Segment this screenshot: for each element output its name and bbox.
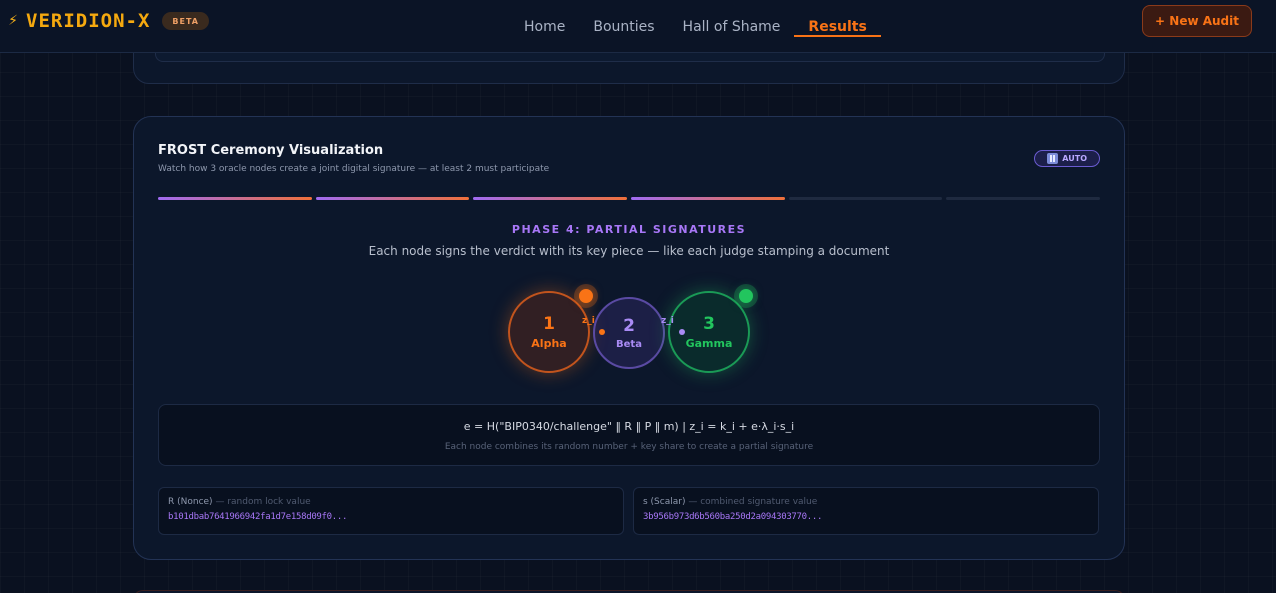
nonce-value: b101dbab7641966942fa1d7e158d09f0... <box>168 512 348 522</box>
formula: e = H("BIP0340/challenge" ‖ R ‖ P ‖ m) |… <box>463 420 795 433</box>
card-subtitle: Watch how 3 oracle nodes create a joint … <box>158 164 550 174</box>
node-number: 1 <box>543 314 555 334</box>
frost-ceremony-card: FROST Ceremony Visualization Watch how 3… <box>133 116 1125 560</box>
auto-play-toggle[interactable]: AUTO <box>1034 150 1100 167</box>
scalar-value: 3b956b973d6b560ba250d2a094303770... <box>643 512 823 522</box>
formula-panel: e = H("BIP0340/challenge" ‖ R ‖ P ‖ m) |… <box>158 404 1100 466</box>
nonce-hint: — random lock value <box>215 497 311 507</box>
partial-signature-label: z_i <box>582 316 595 326</box>
phase-segment <box>473 197 628 200</box>
brand-name: VERIDION-X <box>26 10 151 32</box>
top-navigation-bar: ⚡ VERIDION-X BETA Home Bounties Hall of … <box>0 0 1276 53</box>
node-number: 3 <box>703 314 715 334</box>
nav-bounties[interactable]: Bounties <box>579 0 668 53</box>
node-name: Alpha <box>531 337 567 350</box>
main-nav: Home Bounties Hall of Shame Results <box>510 0 882 53</box>
nav-results[interactable]: Results <box>794 0 882 53</box>
signed-indicator-icon <box>739 289 753 303</box>
node-name: Beta <box>616 339 642 350</box>
nonce-key: R (Nonce) <box>168 497 213 507</box>
partial-signature-dot <box>679 329 685 335</box>
phase-segment <box>946 197 1101 200</box>
partial-signature-dot <box>599 329 605 335</box>
phase-segment <box>315 197 470 200</box>
lightning-bolt-icon: ⚡ <box>8 13 18 29</box>
card-title: FROST Ceremony Visualization <box>158 143 384 158</box>
node-name: Gamma <box>685 337 733 350</box>
phase-progress <box>158 197 1101 200</box>
phase-segment <box>788 197 943 200</box>
scalar-panel: s (Scalar) — combined signature value 3b… <box>633 487 1099 535</box>
nonce-panel: R (Nonce) — random lock value b101dbab76… <box>158 487 624 535</box>
partial-signature-label: z_i <box>661 316 674 326</box>
beta-badge: BETA <box>162 12 209 30</box>
phase-segment <box>158 197 312 200</box>
nonce-label: R (Nonce) — random lock value <box>168 497 311 507</box>
phase-segment <box>631 197 785 200</box>
nav-home[interactable]: Home <box>510 0 579 53</box>
pause-icon <box>1047 153 1059 164</box>
brand-logo[interactable]: ⚡ VERIDION-X BETA <box>6 10 209 32</box>
phase-title: PHASE 4: PARTIAL SIGNATURES <box>511 223 747 236</box>
new-audit-button[interactable]: + New Audit <box>1142 5 1252 37</box>
scalar-label: s (Scalar) — combined signature value <box>643 497 817 507</box>
auto-label: AUTO <box>1062 154 1087 163</box>
node-alpha[interactable]: 1 Alpha <box>508 291 590 373</box>
formula-note: Each node combines its random number + k… <box>444 442 814 452</box>
phase-description: Each node signs the verdict with its key… <box>368 244 890 258</box>
nav-hall-of-shame[interactable]: Hall of Shame <box>669 0 795 53</box>
scalar-key: s (Scalar) <box>643 497 686 507</box>
node-number: 2 <box>623 316 635 336</box>
signed-indicator-icon <box>579 289 593 303</box>
scalar-hint: — combined signature value <box>688 497 818 507</box>
